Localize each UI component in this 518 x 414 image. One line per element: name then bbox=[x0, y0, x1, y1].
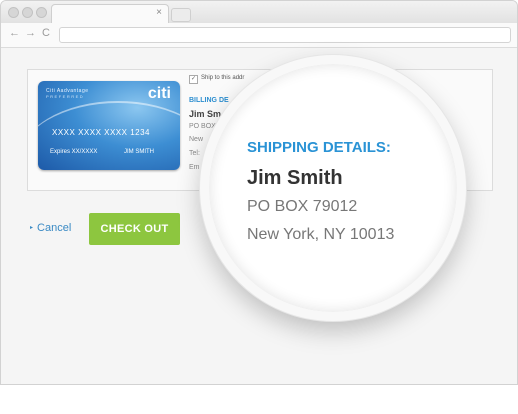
billing-phone-line: Tel: bbox=[189, 150, 200, 157]
billing-details-title: BILLING DE bbox=[189, 97, 229, 104]
magnifier-lens: SHIPPING DETAILS: Jim Smith PO BOX 79012… bbox=[200, 55, 466, 321]
reload-icon[interactable]: C bbox=[42, 27, 50, 39]
browser-tab[interactable]: × bbox=[51, 4, 169, 24]
billing-name: Jim Sm bbox=[189, 109, 222, 119]
citi-logo: citi bbox=[147, 85, 171, 102]
shipping-name: Jim Smith bbox=[247, 167, 343, 189]
browser-toolbar: ← → C bbox=[1, 23, 517, 48]
new-tab-button[interactable] bbox=[171, 8, 191, 22]
billing-email-line: Em bbox=[189, 164, 200, 171]
close-window-button[interactable] bbox=[8, 7, 19, 18]
shipping-city-line: New York, NY 10013 bbox=[247, 226, 395, 243]
billing-city-line: New bbox=[189, 136, 204, 143]
check-out-button[interactable]: CHECK OUT bbox=[89, 213, 180, 245]
arrow-right-icon: ▸ bbox=[30, 225, 34, 231]
card-tier: PREFERRED bbox=[46, 94, 85, 99]
title-bar: × bbox=[1, 1, 517, 24]
forward-arrow-icon[interactable]: → bbox=[25, 27, 36, 39]
billing-address-line: PO BOX bbox=[189, 123, 216, 130]
zoom-window-button[interactable] bbox=[36, 7, 47, 18]
card-number: XXXX XXXX XXXX 1234 bbox=[52, 128, 150, 137]
card-holder-name: JIM SMITH bbox=[124, 149, 154, 155]
close-tab-icon[interactable]: × bbox=[156, 7, 162, 18]
address-bar[interactable] bbox=[59, 27, 511, 43]
cancel-label: Cancel bbox=[37, 222, 72, 234]
shipping-details-title: SHIPPING DETAILS: bbox=[247, 139, 391, 156]
minimize-window-button[interactable] bbox=[22, 7, 33, 18]
back-arrow-icon[interactable]: ← bbox=[9, 27, 20, 39]
cancel-link[interactable]: ▸ Cancel bbox=[30, 222, 71, 234]
shipping-address-line: PO BOX 79012 bbox=[247, 198, 358, 215]
ship-to-address-checkbox[interactable]: ✓ bbox=[189, 75, 198, 84]
card-expiry: Expires XX/XXXX bbox=[50, 149, 98, 155]
credit-card-image: Citi Aadvantage PREFERRED citi XXXX XXXX… bbox=[38, 81, 180, 170]
ship-to-address-label: Ship to this addr bbox=[201, 75, 245, 81]
